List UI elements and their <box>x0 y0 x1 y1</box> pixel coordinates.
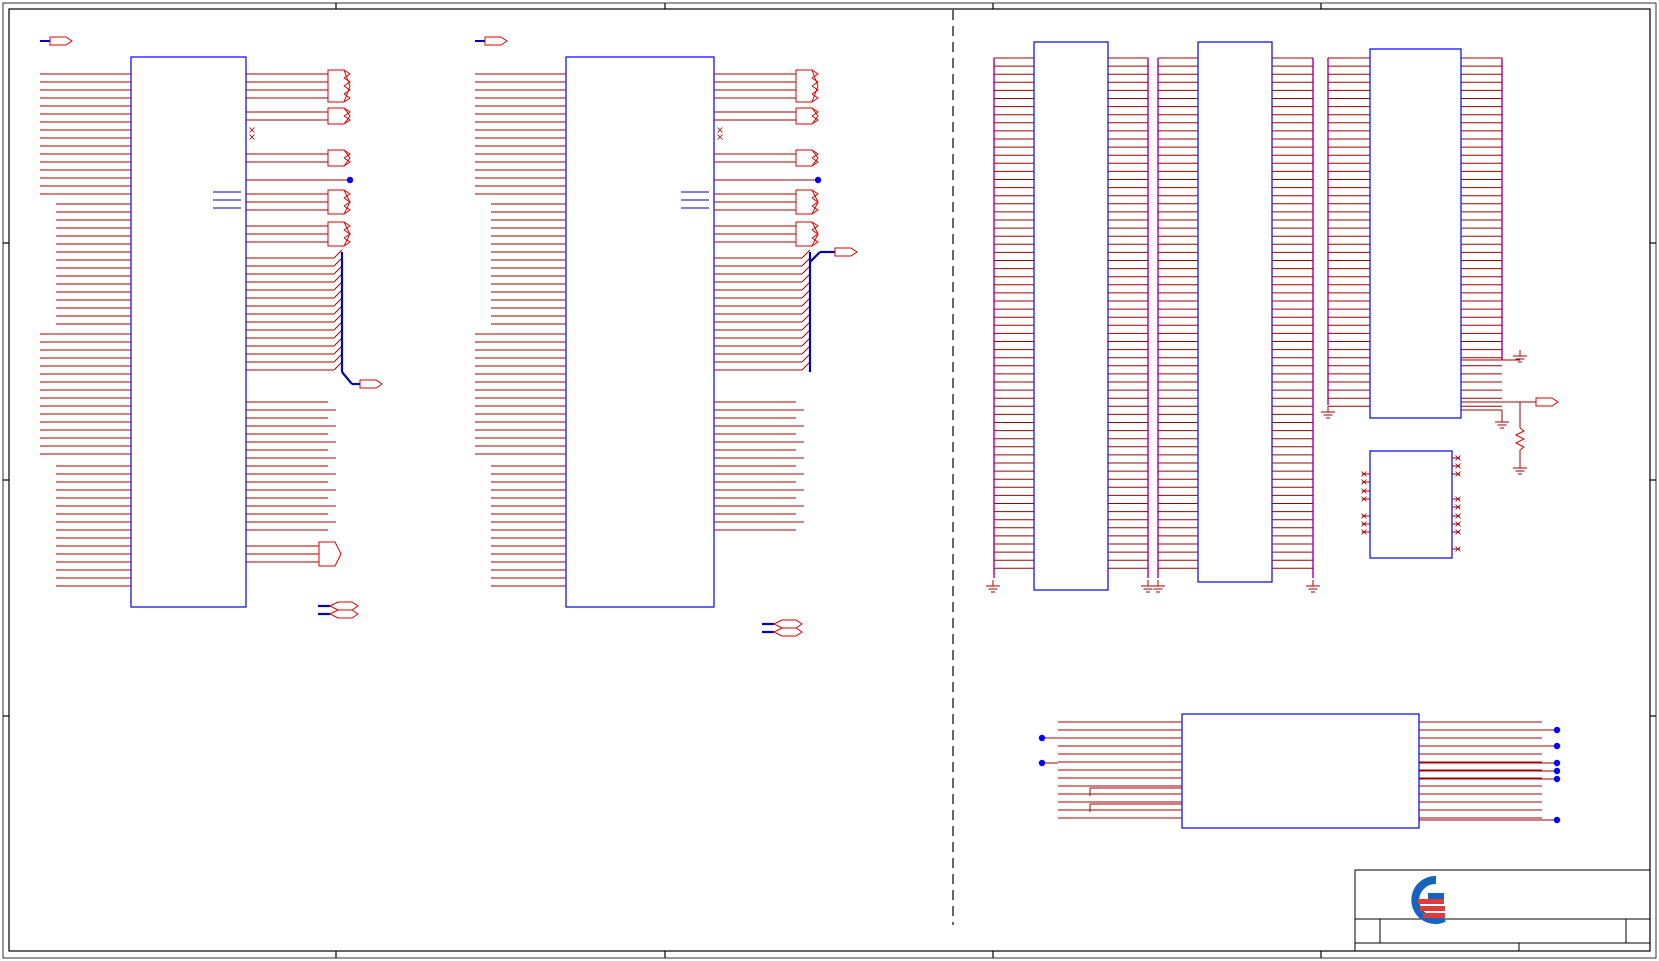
wire <box>333 249 343 259</box>
wire <box>333 257 343 267</box>
wire <box>333 345 343 355</box>
wire <box>333 305 343 315</box>
quanta-logo-icon <box>1411 875 1446 924</box>
junction-dot <box>346 176 354 184</box>
schematic-canvas <box>2 2 1657 959</box>
off-page-connector <box>484 36 508 46</box>
junction-dot <box>1553 742 1561 750</box>
ground-symbol-icon <box>1495 416 1509 429</box>
cpu-ic-symbol <box>130 56 247 608</box>
ground-symbol-icon <box>1151 580 1165 593</box>
off-page-connector <box>795 69 819 103</box>
off-page-connector <box>359 379 383 389</box>
junction-dot <box>1553 775 1561 783</box>
no-connect-mark <box>717 127 723 133</box>
sheet-frame <box>2 2 1657 959</box>
junction-dot <box>1553 759 1561 767</box>
no-connect-mark <box>249 127 255 133</box>
ground-symbol-icon <box>986 580 1000 593</box>
wire <box>801 361 811 371</box>
ground-symbol-icon <box>1306 580 1320 593</box>
memory-ic-symbol-3 <box>1369 48 1462 419</box>
junction-dot <box>1553 726 1561 734</box>
resistor-icon <box>1514 427 1526 451</box>
wire <box>801 313 811 323</box>
title-block <box>1354 869 1651 952</box>
wire <box>333 329 343 339</box>
wire <box>801 345 811 355</box>
wire <box>801 249 811 259</box>
wire <box>333 281 343 291</box>
cpu-ic-symbol <box>565 56 715 608</box>
no-connect-mark <box>717 134 723 140</box>
memory-ic-symbol-1 <box>1033 41 1109 591</box>
off-page-connector <box>318 541 342 567</box>
wire <box>801 321 811 331</box>
wire <box>801 265 811 275</box>
wire <box>333 313 343 323</box>
wire <box>333 361 343 371</box>
wire <box>333 289 343 299</box>
wire <box>801 353 811 363</box>
wire <box>333 297 343 307</box>
junction-dot <box>1553 767 1561 775</box>
wire <box>801 273 811 283</box>
bidir-connector <box>328 601 359 619</box>
wire <box>801 289 811 299</box>
schematic-sheet <box>0 0 1659 961</box>
wire <box>333 353 343 363</box>
wire <box>801 337 811 347</box>
wire <box>333 273 343 283</box>
wire <box>801 297 811 307</box>
small-ic-symbol <box>1369 450 1453 559</box>
junction-dot <box>814 176 822 184</box>
wire <box>801 305 811 315</box>
data-bus <box>809 251 821 263</box>
off-page-connector <box>49 36 73 46</box>
ground-symbol-icon <box>1513 462 1527 475</box>
off-page-connector <box>327 189 351 215</box>
bidir-connector <box>772 619 803 637</box>
off-page-connector <box>795 221 819 247</box>
wire <box>801 329 811 339</box>
off-page-connector <box>327 221 351 247</box>
wire <box>333 321 343 331</box>
off-page-connector <box>795 189 819 215</box>
wire <box>333 337 343 347</box>
junction-dot <box>1553 816 1561 824</box>
junction-dot <box>1038 734 1046 742</box>
wire <box>801 281 811 291</box>
off-page-connector <box>834 247 858 257</box>
data-bus <box>341 371 353 385</box>
wire <box>801 257 811 267</box>
off-page-connector <box>1535 397 1559 407</box>
no-connect-mark <box>249 134 255 140</box>
wire <box>333 265 343 275</box>
off-page-connector <box>327 69 351 103</box>
ground-symbol-icon <box>1321 406 1335 419</box>
connector-ic-symbol <box>1181 713 1420 829</box>
memory-ic-symbol-2 <box>1197 41 1273 583</box>
junction-dot <box>1038 759 1046 767</box>
